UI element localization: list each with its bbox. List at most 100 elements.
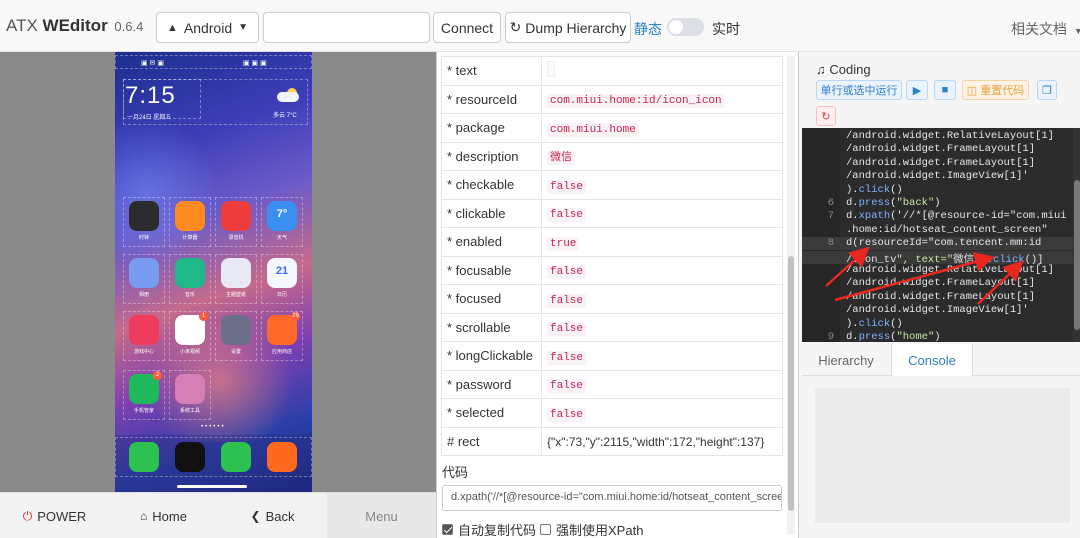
property-value: com.miui.home:id/icon_icon: [547, 94, 725, 109]
property-value-cell[interactable]: {"x":73,"y":2115,"width":172,"height":13…: [541, 426, 783, 456]
refresh-icon: ↻: [509, 19, 522, 35]
copy-icon: ❐: [1042, 84, 1052, 97]
gesture-bar: [177, 485, 247, 488]
property-value-cell[interactable]: false: [541, 255, 783, 285]
property-value-cell[interactable]: com.miui.home: [541, 113, 783, 143]
property-row: * longClickable false: [441, 341, 783, 371]
code-line: 8 d(resourceId="com.tencent.mm:id: [802, 237, 1073, 251]
scrollbar-thumb[interactable]: [1074, 180, 1080, 330]
code-text: /android.widget.ImageView[1]': [846, 170, 1029, 183]
widget-bounds: [115, 437, 312, 477]
force-xpath-checkbox[interactable]: [540, 524, 552, 535]
platform-value: Android: [183, 19, 233, 36]
wallpaper-glow: [115, 112, 215, 272]
code-line: /android.widget.FrameLayout[1]: [802, 157, 1073, 170]
run-selected-button[interactable]: 单行或选中运行: [816, 80, 902, 100]
property-key: * longClickable: [441, 341, 542, 371]
code-line: 7 d.xpath('//*[@resource-id="com.miui: [802, 210, 1073, 223]
scrollbar-thumb[interactable]: [788, 256, 794, 511]
bottom-tabs: Hierarchy Console: [802, 344, 1080, 376]
notification-badge: 1: [199, 312, 208, 321]
home-label: Home: [152, 508, 187, 524]
code-line: 6 d.press("back"): [802, 197, 1073, 210]
property-value-cell[interactable]: false: [541, 398, 783, 428]
property-row: * focused false: [441, 284, 783, 314]
code-text: /android.widget.FrameLayout[1]: [846, 290, 1036, 303]
device-key-bar: ⏻ POWER ⌂ Home ❮ Back Menu: [0, 492, 436, 538]
property-value-cell[interactable]: false: [541, 369, 783, 399]
property-value: 微信: [547, 151, 575, 166]
coding-pane: ♫ Coding 单行或选中运行 ▶ ■ ◫ 重置代码 ❐ ↻ /android…: [798, 52, 1080, 538]
property-value-cell[interactable]: 微信: [541, 141, 783, 171]
app-label: 时钟: [138, 235, 149, 241]
tab-console[interactable]: Console: [891, 344, 973, 376]
code-text: /android.widget.FrameLayout[1]: [846, 277, 1036, 290]
code-text: /android.widget.FrameLayout[1]: [846, 143, 1036, 156]
run-button[interactable]: ▶: [906, 80, 928, 100]
reset-code-label: 重置代码: [980, 85, 1025, 97]
restart-button[interactable]: ↻: [816, 106, 836, 126]
console-output: [815, 388, 1070, 523]
platform-select[interactable]: ▲ Android ▼: [156, 12, 259, 43]
app-label: 天气: [276, 235, 287, 241]
back-button[interactable]: ❮ Back: [218, 493, 327, 538]
code-text: d(resourceId="com.tencent.mm:id: [846, 237, 1042, 250]
menu-button[interactable]: Menu: [327, 493, 436, 538]
realtime-toggle[interactable]: [667, 18, 704, 36]
docs-dropdown[interactable]: 相关文档 ▼: [1011, 19, 1080, 39]
property-row: * checkable false: [441, 170, 783, 200]
device-screen-pane: ▣ ✉ ▣ ▣ ▣ ▣ 7:15 一月24日 星期五 多云 7°C 时钟 计算器录…: [0, 52, 436, 492]
property-row: * enabled true: [441, 227, 783, 257]
stop-icon: ■: [941, 84, 949, 96]
property-row: * text: [441, 56, 783, 86]
auto-copy-checkbox[interactable]: [442, 524, 453, 535]
app-label: 主题壁纸: [225, 292, 246, 298]
property-value-cell[interactable]: false: [541, 312, 783, 342]
home-button[interactable]: ⌂ Home: [109, 493, 218, 538]
code-editor[interactable]: /android.widget.RelativeLayout[1] /andro…: [802, 128, 1080, 342]
caret-down-icon: ▼: [1073, 26, 1080, 36]
dump-hierarchy-button[interactable]: ↻ Dump Hierarchy: [505, 12, 631, 43]
copy-button[interactable]: ❐: [1037, 80, 1057, 100]
device-screenshot[interactable]: ▣ ✉ ▣ ▣ ▣ ▣ 7:15 一月24日 星期五 多云 7°C 时钟 计算器录…: [115, 52, 312, 492]
property-value-cell[interactable]: [541, 56, 783, 86]
property-key: * selected: [441, 398, 542, 428]
power-label: POWER: [37, 508, 87, 524]
property-value-cell[interactable]: false: [541, 341, 783, 371]
property-value-cell[interactable]: false: [541, 284, 783, 314]
app-label: 小米视频: [179, 349, 200, 355]
stop-button[interactable]: ■: [934, 80, 956, 100]
play-icon: ▶: [912, 84, 922, 97]
editor-scrollbar[interactable]: [1073, 128, 1080, 342]
property-row: # rect {"x":73,"y":2115,"width":172,"heig…: [441, 426, 783, 456]
menu-label: Menu: [365, 508, 398, 524]
reset-code-button[interactable]: ◫ 重置代码: [962, 80, 1029, 100]
static-mode-label: 静态: [634, 21, 662, 37]
property-key: * password: [441, 369, 542, 399]
music-note-icon: ♫: [816, 62, 826, 77]
weather-text: 多云 7°C: [273, 113, 297, 119]
property-value-cell[interactable]: com.miui.home:id/icon_icon: [541, 84, 783, 114]
property-value: false: [547, 407, 587, 422]
code-line: /android.widget.FrameLayout[1]: [802, 143, 1073, 156]
force-xpath-label: 强制使用XPath: [556, 523, 644, 538]
generated-code-field[interactable]: d.xpath('//*[@resource-id="com.miui.home…: [442, 485, 782, 511]
connect-button[interactable]: Connect: [433, 12, 501, 43]
property-value: {"x":73,"y":2115,"width":172,"height":13…: [547, 434, 765, 449]
code-line: /android.widget.FrameLayout[1]: [802, 291, 1073, 304]
property-value-cell[interactable]: false: [541, 198, 783, 228]
app-label: 手机管家: [133, 408, 154, 414]
device-serial-input[interactable]: [263, 12, 430, 43]
property-value-cell[interactable]: true: [541, 227, 783, 257]
property-value-cell[interactable]: false: [541, 170, 783, 200]
code-text: ).click(): [846, 317, 903, 330]
app-label: 游戏中心: [133, 349, 154, 355]
app-label: 录音机: [228, 235, 244, 241]
code-text: .home:id/hotseat_content_screen": [846, 223, 1048, 236]
tab-hierarchy[interactable]: Hierarchy: [802, 344, 890, 376]
power-button[interactable]: ⏻ POWER: [0, 493, 109, 538]
toggle-knob: [669, 20, 683, 34]
properties-scrollbar[interactable]: [787, 56, 795, 534]
property-value: false: [547, 179, 587, 194]
property-value: com.miui.home: [547, 122, 639, 137]
